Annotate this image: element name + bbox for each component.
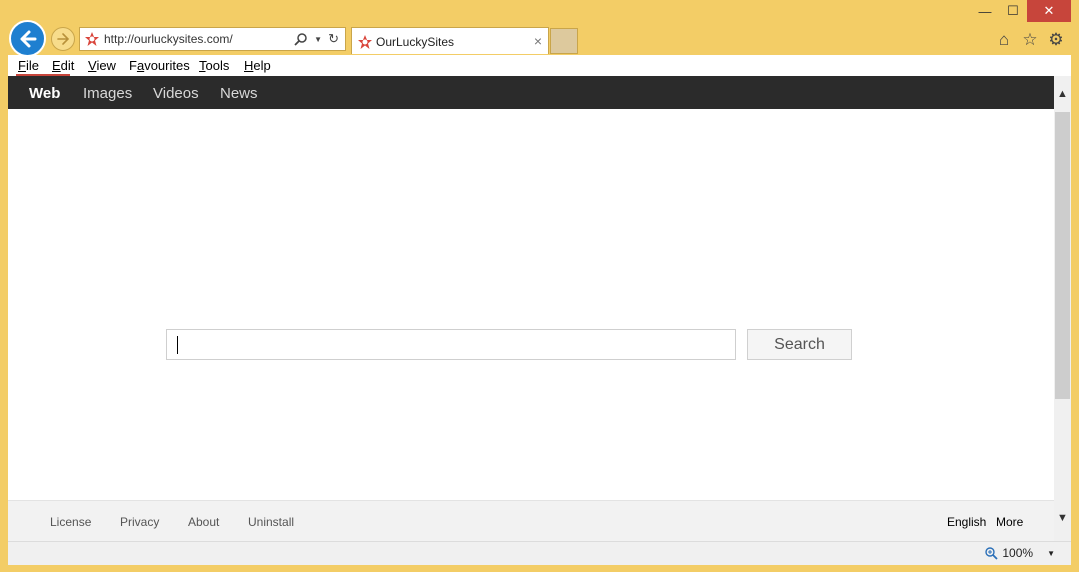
footer-privacy-link[interactable]: Privacy [120,515,159,529]
menu-help[interactable]: Help [244,58,271,73]
close-window-button[interactable]: ✕ [1027,0,1071,22]
menu-bar: File Edit View Favourites Tools Help [8,55,1071,77]
nav-videos[interactable]: Videos [153,85,199,102]
search-button[interactable]: Search [747,329,852,360]
footer-more-link[interactable]: More [996,515,1023,529]
minimize-button[interactable]: — [971,0,999,22]
menu-tools[interactable]: Tools [199,58,229,73]
address-bar[interactable]: http://ourluckysites.com/ ▼ ↻ [79,27,346,51]
nav-news[interactable]: News [220,85,258,102]
toolbar-right: ⌂ ☆ ⚙ [995,30,1065,50]
maximize-button[interactable]: ☐ [999,0,1027,22]
zoom-icon [985,546,999,560]
new-tab-button[interactable] [550,28,578,54]
scroll-thumb[interactable] [1055,112,1070,399]
vertical-scrollbar[interactable]: ▲ ▼ [1054,76,1071,541]
tab-favicon-icon [358,35,372,49]
footer-uninstall-link[interactable]: Uninstall [248,515,294,529]
page-viewport: Web Images Videos News Search License Pr… [8,76,1071,542]
refresh-icon[interactable]: ↻ [328,31,339,47]
menu-edit[interactable]: Edit [52,58,74,73]
window-controls: — ☐ ✕ [971,0,1071,22]
menu-file[interactable]: File [18,58,39,73]
zoom-dropdown-icon[interactable]: ▼ [1047,549,1055,558]
back-button[interactable] [9,20,46,57]
favorites-icon[interactable]: ☆ [1021,30,1039,50]
zoom-control[interactable]: 100% ▼ [985,546,1055,560]
gear-icon[interactable]: ⚙ [1047,30,1065,50]
site-navbar: Web Images Videos News [8,76,1054,109]
site-footer: License Privacy About Uninstall English … [8,500,1054,542]
browser-window: http://ourluckysites.com/ ▼ ↻ OurLuckySi… [0,0,1079,572]
tab-title: OurLuckySites [376,35,455,49]
status-bar: 100% ▼ [8,541,1071,565]
nav-web[interactable]: Web [29,85,60,102]
arrow-left-icon [20,30,36,47]
home-icon[interactable]: ⌂ [995,30,1013,50]
tab-close-icon[interactable]: × [534,33,542,49]
site-favicon-icon [85,32,99,46]
search-icon[interactable] [294,32,308,46]
menu-favourites[interactable]: Favourites [129,58,190,73]
footer-license-link[interactable]: License [50,515,91,529]
arrow-right-icon [57,33,70,45]
search-input[interactable] [166,329,736,360]
menu-view[interactable]: View [88,58,116,73]
nav-images[interactable]: Images [83,85,132,102]
zoom-level: 100% [1002,546,1034,560]
scroll-up-icon[interactable]: ▲ [1054,88,1071,100]
footer-language-link[interactable]: English [947,515,986,529]
footer-about-link[interactable]: About [188,515,219,529]
address-url[interactable]: http://ourluckysites.com/ [104,32,233,46]
forward-button[interactable] [51,27,75,51]
dropdown-icon[interactable]: ▼ [314,35,322,44]
tab-ourluckysites[interactable]: OurLuckySites × [351,27,549,54]
scroll-down-icon[interactable]: ▼ [1054,512,1071,524]
text-caret [177,336,178,354]
